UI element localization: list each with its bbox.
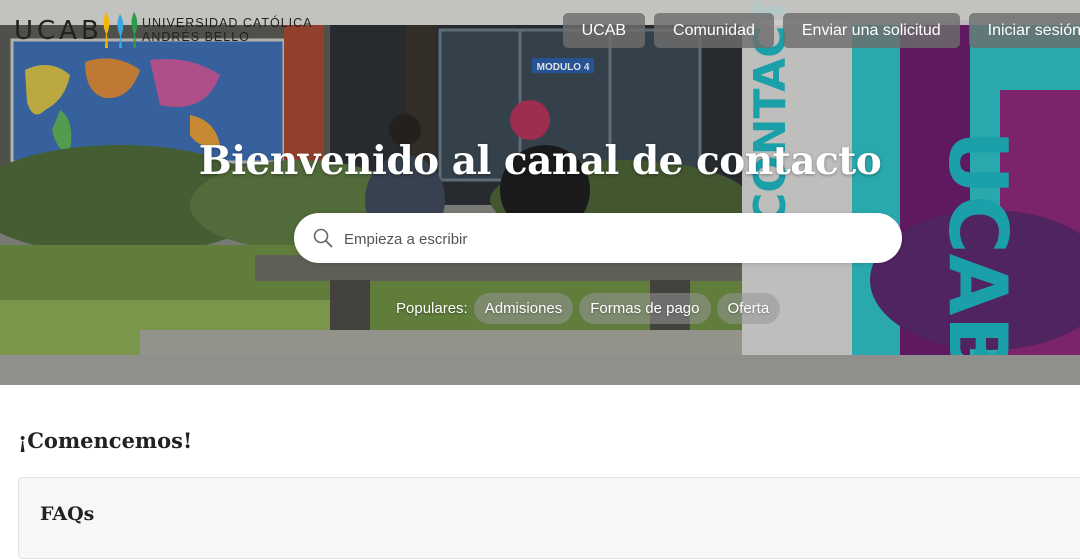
logo-name-line1: UNIVERSIDAD CATÓLICA [142, 16, 313, 30]
ucab-logo[interactable]: UCAB UNIVERSIDAD CATÓLICA ANDRÉS BELLO [14, 8, 314, 50]
popular-chip-formas-de-pago[interactable]: Formas de pago [579, 293, 711, 324]
hero-title: Bienvenido al canal de contacto [198, 138, 882, 184]
logo-university-name: UNIVERSIDAD CATÓLICA ANDRÉS BELLO [142, 16, 313, 44]
popular-chip-admisiones[interactable]: Admisiones [473, 293, 574, 324]
search-input[interactable] [342, 213, 886, 265]
popular-label: Populares: [396, 300, 468, 317]
nav-iniciar-sesion[interactable]: Iniciar sesión [968, 13, 1080, 48]
nav-ucab[interactable]: UCAB [562, 13, 646, 48]
search-bar [294, 213, 902, 265]
nav-enviar-solicitud[interactable]: Enviar una solicitud [782, 13, 960, 48]
search-icon[interactable] [313, 228, 333, 248]
hero-photo: MODULO 4 CONTACTO UCAB [0, 0, 1080, 385]
faq-title: FAQs [40, 503, 95, 525]
popular-searches: Populares: Admisiones Formas de pago Ofe… [396, 293, 781, 324]
popular-chip-oferta[interactable]: Oferta [716, 293, 781, 324]
section-heading: ¡Comencemos! [18, 428, 193, 453]
faq-card[interactable]: FAQs [18, 477, 1080, 559]
nav-comunidad[interactable]: Comunidad [654, 13, 774, 48]
logo-mark-icon [103, 12, 138, 48]
logo-name-line2: ANDRÉS BELLO [142, 30, 250, 44]
top-nav: UCAB Comunidad Enviar una solicitud Inic… [562, 13, 1080, 48]
hero-banner: MODULO 4 CONTACTO UCAB UCAB UNIVERSIDAD … [0, 0, 1080, 385]
logo-wordmark: UCAB [14, 16, 103, 46]
